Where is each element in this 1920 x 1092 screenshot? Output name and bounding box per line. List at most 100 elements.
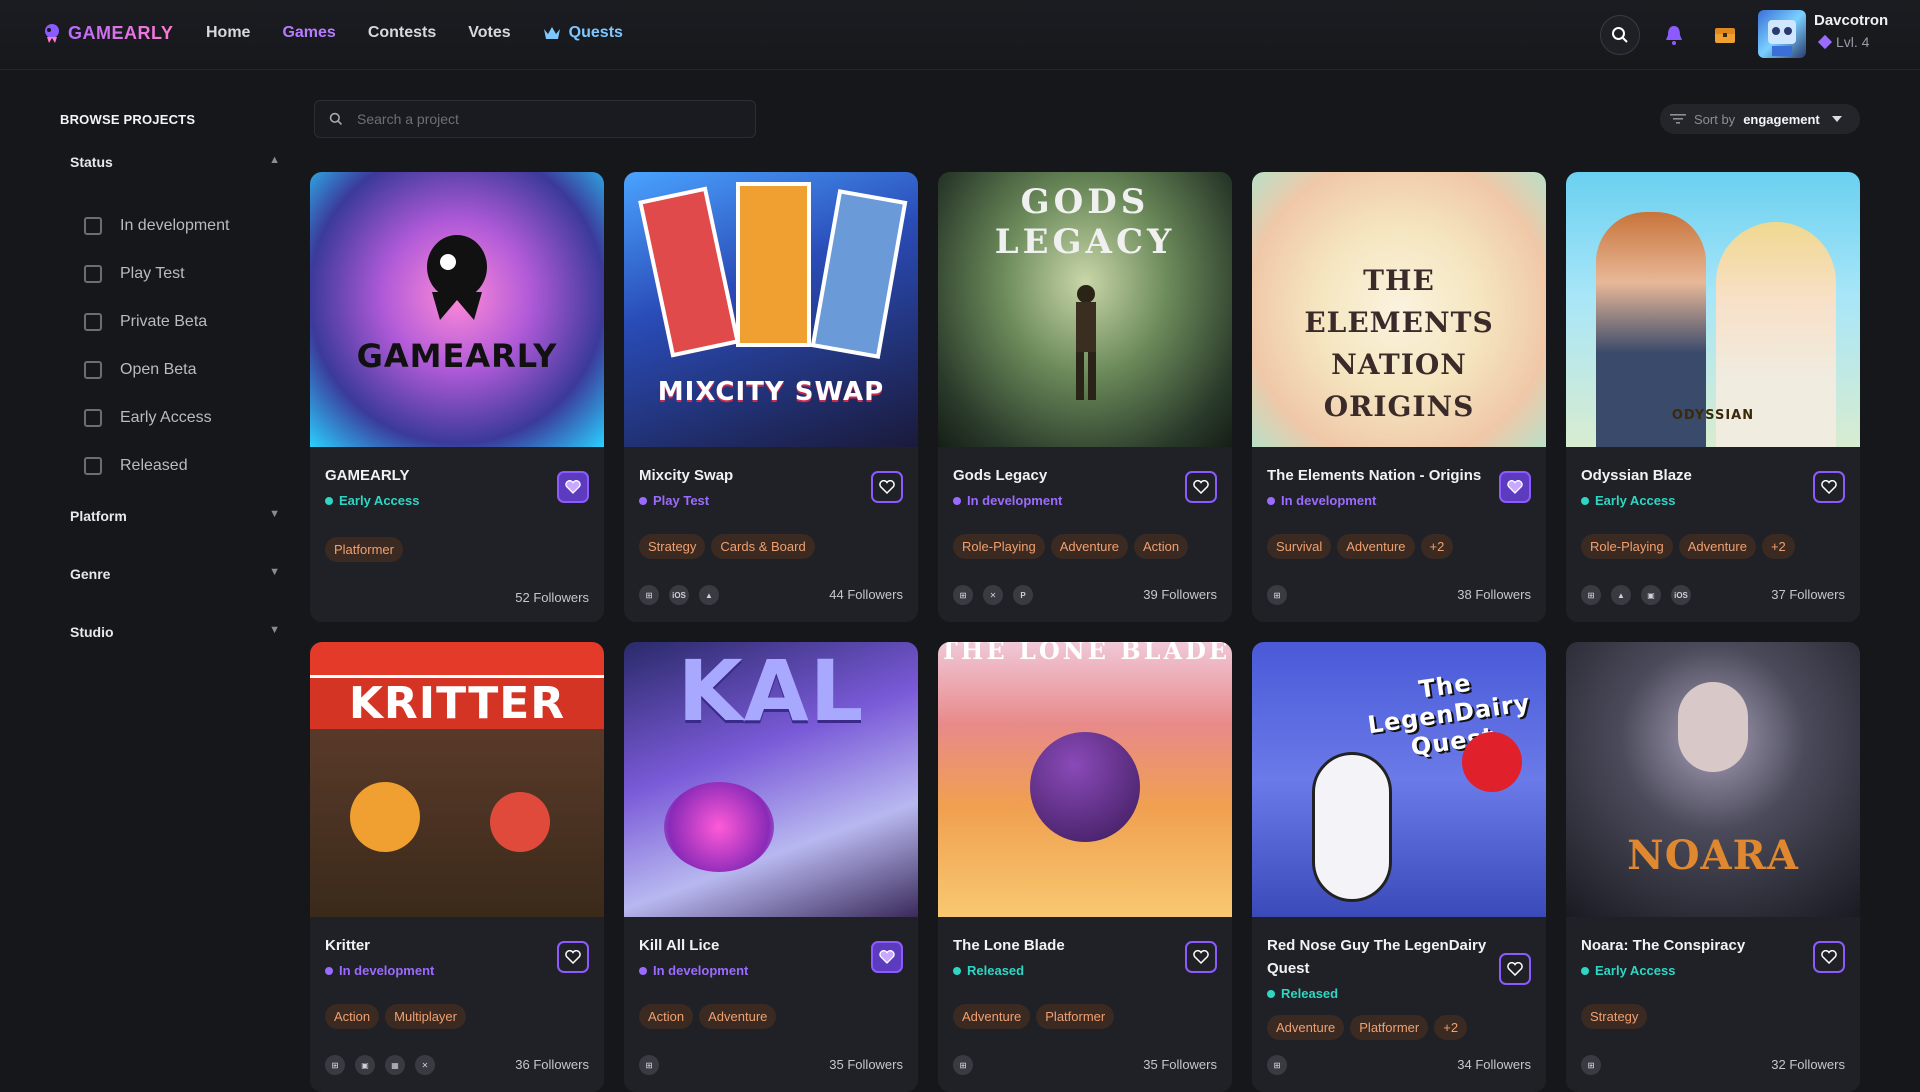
favorite-button[interactable] <box>1185 941 1217 973</box>
platform-icons: ⊞ <box>1267 1055 1287 1075</box>
genre-tag[interactable]: Cards & Board <box>711 534 815 559</box>
character-card-art <box>810 189 908 359</box>
checkbox[interactable] <box>84 409 102 427</box>
card-title[interactable]: The Lone Blade <box>953 934 1173 957</box>
project-card[interactable]: KAL Kill All Lice In development Action A… <box>624 642 918 1092</box>
global-search-button[interactable] <box>1600 15 1640 55</box>
nav-votes[interactable]: Votes <box>468 24 510 42</box>
windows-icon: ⊞ <box>1581 585 1601 605</box>
checkbox[interactable] <box>84 313 102 331</box>
more-tags-badge[interactable]: +2 <box>1761 534 1795 559</box>
project-card[interactable]: GODS LEGACY Gods Legacy In development R… <box>938 172 1232 622</box>
genre-tag[interactable]: Action <box>1133 534 1189 559</box>
genre-tag[interactable]: Role-Playing <box>1581 534 1673 559</box>
platform-filter-header[interactable]: Platform ▼ <box>70 508 280 524</box>
search-input[interactable] <box>355 110 735 128</box>
favorite-button[interactable] <box>1499 953 1531 985</box>
card-title[interactable]: Mixcity Swap <box>639 464 859 487</box>
favorite-button[interactable] <box>1185 471 1217 503</box>
character-art <box>490 792 550 852</box>
nav-home[interactable]: Home <box>206 24 250 42</box>
status-filter-header[interactable]: Status ▲ <box>70 154 280 170</box>
user-name[interactable]: Davcotron <box>1814 12 1888 29</box>
genre-tag[interactable]: Adventure <box>1337 534 1415 559</box>
status-option-in-development[interactable]: In development <box>84 202 229 250</box>
genre-tag[interactable]: Strategy <box>639 534 706 559</box>
nav-quests-label: Quests <box>568 24 623 41</box>
card-title[interactable]: Odyssian Blaze <box>1581 464 1801 487</box>
checkbox[interactable] <box>84 217 102 235</box>
nav-games[interactable]: Games <box>282 24 335 42</box>
cover-image: KRITTER <box>310 642 604 917</box>
genre-tag[interactable]: Action <box>325 1004 380 1029</box>
genre-tag[interactable]: Adventure <box>1267 1015 1345 1040</box>
favorite-button[interactable] <box>1499 471 1531 503</box>
more-tags-badge[interactable]: +2 <box>1420 534 1454 559</box>
card-title[interactable]: Red Nose Guy The LegenDairy Quest <box>1267 934 1487 980</box>
genre-tag[interactable]: Action <box>639 1004 694 1029</box>
genre-tag[interactable]: Survival <box>1267 534 1332 559</box>
followers-count: 36 Followers <box>515 1057 589 1072</box>
genre-tag[interactable]: Platformer <box>1036 1004 1115 1029</box>
genre-tag[interactable]: Multiplayer <box>385 1004 466 1029</box>
genre-tag[interactable]: Role-Playing <box>953 534 1045 559</box>
card-title[interactable]: The Elements Nation - Origins <box>1267 464 1487 487</box>
favorite-button[interactable] <box>871 471 903 503</box>
status-option-play-test[interactable]: Play Test <box>84 250 229 298</box>
brand-logo[interactable]: GAMEARLY <box>42 22 173 44</box>
checkbox[interactable] <box>84 457 102 475</box>
status-option-private-beta[interactable]: Private Beta <box>84 298 229 346</box>
card-status-label: In development <box>653 963 749 978</box>
nav-contests[interactable]: Contests <box>368 24 436 42</box>
genre-tag[interactable]: Platformer <box>325 537 403 562</box>
checkbox[interactable] <box>84 361 102 379</box>
status-option-early-access[interactable]: Early Access <box>84 394 229 442</box>
card-title[interactable]: Noara: The Conspiracy <box>1581 934 1801 957</box>
favorite-button[interactable] <box>871 941 903 973</box>
card-status: Early Access <box>1581 963 1675 978</box>
sort-value: engagement <box>1743 111 1820 127</box>
project-search[interactable] <box>314 100 756 138</box>
bell-icon[interactable] <box>1664 24 1684 46</box>
card-title[interactable]: Gods Legacy <box>953 464 1173 487</box>
project-card[interactable]: THE ELEMENTS NATION ORIGINS The Elements… <box>1252 172 1546 622</box>
ios-icon: iOS <box>1671 585 1691 605</box>
diamond-icon <box>1817 34 1833 50</box>
status-option-open-beta[interactable]: Open Beta <box>84 346 229 394</box>
genre-tags: Strategy Cards & Board <box>639 534 815 559</box>
sort-dropdown[interactable]: Sort by engagement <box>1660 104 1860 134</box>
status-option-released[interactable]: Released <box>84 442 229 490</box>
genre-tag[interactable]: Strategy <box>1581 1004 1648 1029</box>
project-card[interactable]: KRITTER Kritter In development Action Mul… <box>310 642 604 1092</box>
studio-filter-header[interactable]: Studio ▼ <box>70 624 280 640</box>
followers-count: 44 Followers <box>829 587 903 602</box>
card-title[interactable]: GAMEARLY <box>325 464 545 487</box>
treasure-chest-icon[interactable] <box>1714 26 1736 44</box>
more-tags-badge[interactable]: +2 <box>1434 1015 1468 1040</box>
project-card[interactable]: THE LONE BLADE The Lone Blade Released A… <box>938 642 1232 1092</box>
gamearly-logo-icon <box>45 24 59 43</box>
checkbox[interactable] <box>84 265 102 283</box>
genre-tag[interactable]: Adventure <box>1050 534 1128 559</box>
genre-tag[interactable]: Platformer <box>1350 1015 1429 1040</box>
project-card[interactable]: ODYSSIAN Odyssian Blaze Early Access Rol… <box>1566 172 1860 622</box>
windows-icon: ⊞ <box>953 585 973 605</box>
card-title[interactable]: Kritter <box>325 934 545 957</box>
project-card[interactable]: NOARA Noara: The Conspiracy Early Access… <box>1566 642 1860 1092</box>
project-card[interactable]: MIXCITY SWAP Mixcity Swap Play Test Stra… <box>624 172 918 622</box>
genre-tag[interactable]: Adventure <box>953 1004 1031 1029</box>
genre-filter-header[interactable]: Genre ▼ <box>70 566 280 582</box>
user-avatar[interactable] <box>1758 10 1806 58</box>
genre-tag[interactable]: Adventure <box>1678 534 1756 559</box>
favorite-button[interactable] <box>557 471 589 503</box>
favorite-button[interactable] <box>557 941 589 973</box>
project-card[interactable]: The LegenDairy Quest Red Nose Guy The Le… <box>1252 642 1546 1092</box>
nav-quests[interactable]: Quests <box>543 24 623 42</box>
favorite-button[interactable] <box>1813 471 1845 503</box>
character-art <box>1312 752 1392 902</box>
project-card[interactable]: GAMEARLY GAMEARLY Early Access Platforme… <box>310 172 604 622</box>
card-title[interactable]: Kill All Lice <box>639 934 859 957</box>
favorite-button[interactable] <box>1813 941 1845 973</box>
main-nav: Home Games Contests Votes Quests <box>206 24 623 42</box>
genre-tag[interactable]: Adventure <box>699 1004 777 1029</box>
